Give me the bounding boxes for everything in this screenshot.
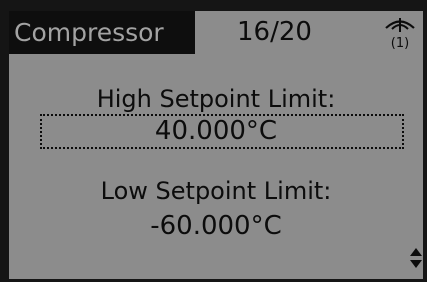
- up-down-arrows-icon: [410, 248, 422, 268]
- screen-header: Compressor 16/20 (1): [9, 11, 423, 56]
- menu-title: Compressor: [9, 11, 195, 54]
- low-setpoint-label: Low Setpoint Limit:: [100, 177, 332, 205]
- lcd-screen: Compressor 16/20 (1) High Setpoint Limit…: [9, 11, 423, 279]
- high-setpoint-value[interactable]: 40.000°C: [9, 114, 423, 149]
- page-indicator: 16/20: [237, 17, 312, 47]
- controller-display: Compressor 16/20 (1) High Setpoint Limit…: [0, 0, 427, 282]
- globe-language-icon: (1): [385, 18, 415, 50]
- low-setpoint-value[interactable]: -60.000°C: [9, 211, 423, 241]
- language-code: (1): [391, 36, 409, 50]
- high-setpoint-label: High Setpoint Limit:: [96, 85, 336, 113]
